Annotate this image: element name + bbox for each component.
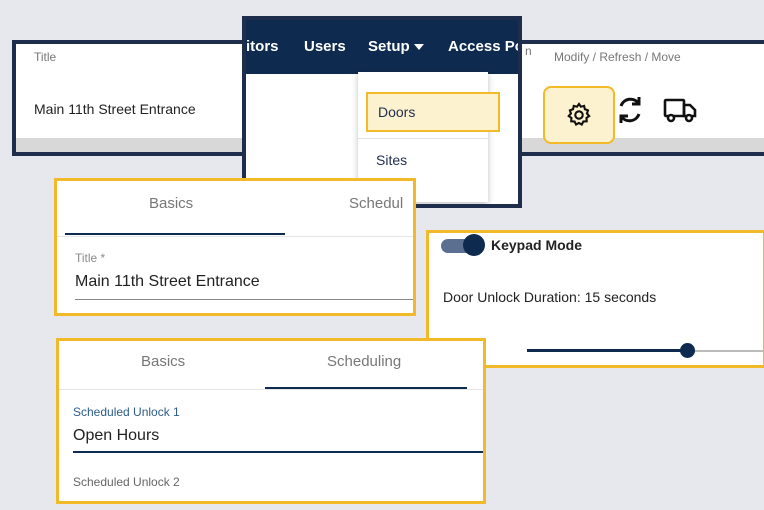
tabs-divider	[59, 389, 483, 390]
scheduled-unlock-2-label: Scheduled Unlock 2	[73, 475, 180, 489]
unlock-duration-label: Door Unlock Duration: 15 seconds	[443, 289, 657, 305]
door-basics-form: Basics Schedul Title * Main 11th Street …	[54, 178, 416, 316]
tabs-divider	[57, 236, 413, 237]
nav-item-setup[interactable]: Setup	[368, 38, 424, 55]
menu-divider	[358, 138, 488, 139]
tab-basics[interactable]: Basics	[141, 353, 185, 370]
toggle-knob	[463, 234, 485, 256]
scheduled-unlock-1-label: Scheduled Unlock 1	[73, 405, 180, 419]
title-field-input[interactable]: Main 11th Street Entrance	[75, 273, 260, 291]
slider-thumb[interactable]	[680, 343, 695, 358]
door-scheduling-form: Basics Scheduling Scheduled Unlock 1 Ope…	[56, 338, 486, 504]
menu-item-doors[interactable]: Doors	[366, 92, 500, 132]
title-field-label: Title *	[75, 251, 106, 265]
top-navbar: itors Users Setup Access Po	[246, 20, 518, 74]
nav-item-visitors[interactable]: itors	[246, 38, 279, 55]
nav-item-setup-label: Setup	[368, 38, 410, 55]
menu-item-sites[interactable]: Sites	[376, 152, 407, 168]
title-field-underline	[75, 299, 413, 300]
scheduled-unlock-1-underline	[73, 451, 483, 453]
caret-down-icon	[413, 44, 424, 51]
refresh-icon[interactable]	[614, 94, 646, 126]
column-header-title: Title	[34, 50, 57, 64]
tab-scheduling[interactable]: Scheduling	[327, 353, 401, 370]
nav-item-access-points[interactable]: Access Po	[448, 38, 518, 55]
column-header-actions: Modify / Refresh / Move	[554, 50, 681, 64]
tab-basics[interactable]: Basics	[149, 195, 193, 212]
scheduled-unlock-1-select[interactable]: Open Hours	[73, 427, 159, 445]
keypad-mode-label: Keypad Mode	[491, 237, 583, 253]
tab-scheduling[interactable]: Schedul	[349, 195, 403, 212]
gear-icon	[567, 102, 591, 127]
truck-icon[interactable]	[662, 94, 698, 126]
nav-hidden-suffix: n	[525, 44, 532, 58]
modify-button[interactable]	[543, 86, 615, 144]
row-title-cell: Main 11th Street Entrance	[34, 101, 196, 117]
active-tab-indicator	[65, 233, 285, 235]
slider-track[interactable]	[687, 350, 763, 352]
slider-track-filled	[527, 349, 687, 352]
menu-item-doors-label: Doors	[378, 104, 416, 120]
nav-item-users[interactable]: Users	[304, 38, 346, 55]
